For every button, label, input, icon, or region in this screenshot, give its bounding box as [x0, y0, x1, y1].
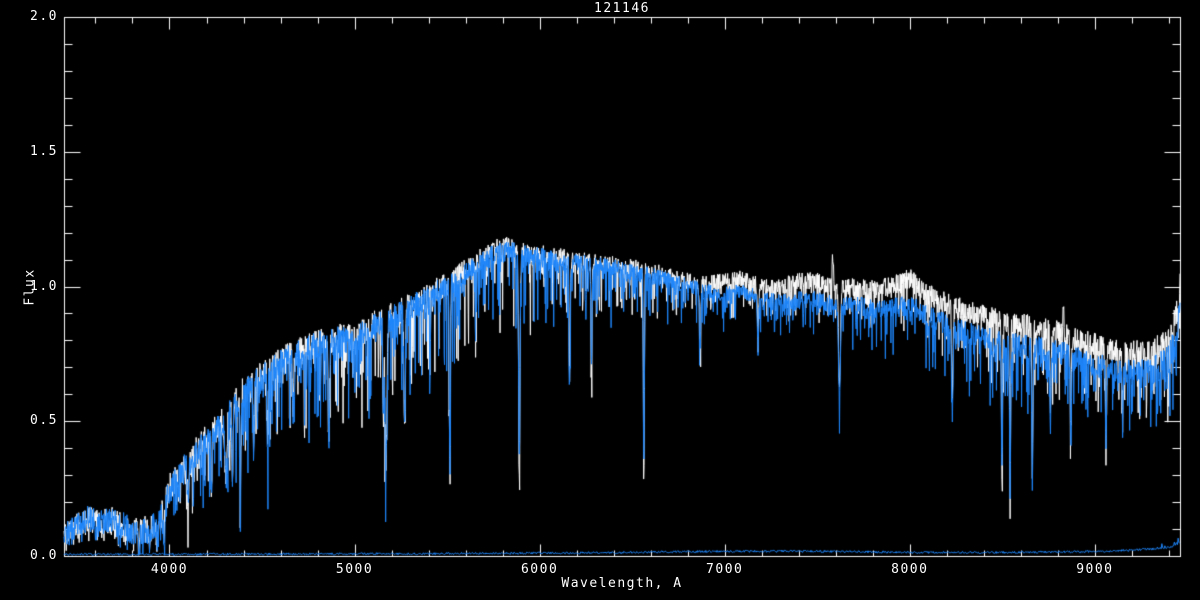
y-tick-label: 0.5 [0, 413, 58, 428]
y-tick-label: 1.5 [0, 144, 58, 159]
x-tick-label: 5000 [319, 562, 391, 577]
spectrum-plot-canvas [0, 0, 1200, 600]
x-axis-label: Wavelength, A [64, 576, 1180, 591]
y-tick-label: 1.0 [0, 279, 58, 294]
x-tick-label: 6000 [504, 562, 576, 577]
x-tick-label: 9000 [1059, 562, 1131, 577]
x-tick-label: 7000 [689, 562, 761, 577]
x-tick-label: 4000 [133, 562, 205, 577]
y-tick-label: 0.0 [0, 548, 58, 563]
spectrum-plot-figure: 121146 Wavelength, A Flux 40005000600070… [0, 0, 1200, 600]
x-tick-label: 8000 [874, 562, 946, 577]
y-tick-label: 2.0 [0, 9, 58, 24]
plot-title: 121146 [64, 1, 1180, 16]
